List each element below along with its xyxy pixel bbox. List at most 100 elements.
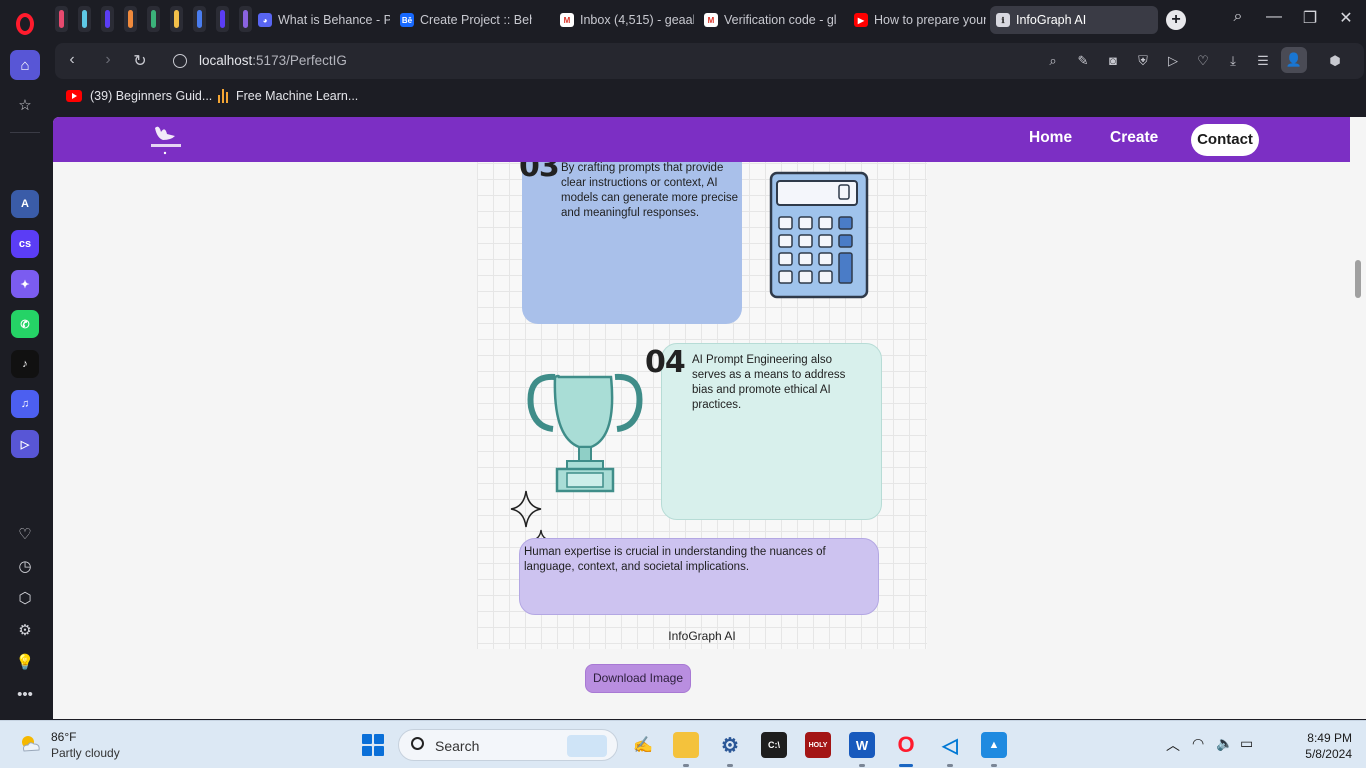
taskbar-clock[interactable]: 8:49 PM 5/8/2024	[1272, 730, 1352, 762]
clock-time: 8:49 PM	[1307, 731, 1352, 745]
card-number: 04	[645, 345, 686, 380]
messenger-icon[interactable]: ✦	[11, 270, 39, 298]
address-row: ‹ › ↻ localhost:5173/PerfectIG ⌕ ✎ ◙ ⛨ ▷…	[52, 40, 1366, 81]
page-viewport: 03 By crafting prompts that provide clea…	[53, 117, 1350, 719]
heart-icon[interactable]: ♡	[10, 519, 40, 549]
tab-search-icon[interactable]: ⌕	[1226, 8, 1250, 26]
word-icon[interactable]: W	[849, 732, 875, 758]
download-image-button[interactable]: Download Image	[585, 664, 691, 693]
play-icon[interactable]: ▷	[1165, 53, 1181, 69]
tab-behance-discord[interactable]: ◕ What is Behance - Po	[252, 6, 390, 34]
close-icon[interactable]: ✕	[1334, 8, 1358, 28]
tiktok-icon[interactable]: ♪	[11, 350, 39, 378]
cs-icon[interactable]: cs	[11, 230, 39, 258]
tab-how-to-prepare[interactable]: ▶ How to prepare your	[848, 6, 986, 34]
aria-icon[interactable]: A	[11, 190, 39, 218]
edit-icon[interactable]: ✎	[1075, 53, 1091, 69]
windows-start-icon[interactable]	[362, 734, 384, 756]
browser-tab-strip: ◕ What is Behance - Po Bē Create Project…	[0, 0, 1366, 40]
taskbar-search[interactable]: Search	[398, 729, 618, 761]
camera-icon[interactable]: ◙	[1105, 53, 1121, 69]
nav-home[interactable]: Home	[1029, 129, 1072, 147]
search-highlight-icon	[567, 735, 607, 757]
address-bar[interactable]: ‹ › ↻ localhost:5173/PerfectIG ⌕ ✎ ◙ ⛨ ▷…	[55, 43, 1364, 79]
shield-icon[interactable]: ⛨	[1135, 53, 1151, 69]
opera-logo-icon[interactable]	[9, 8, 41, 40]
opera-taskbar-icon[interactable]: O	[893, 732, 919, 758]
pinned-tab[interactable]	[101, 6, 114, 32]
bookmark-free-ml[interactable]: Free Machine Learn...	[218, 89, 358, 103]
search-placeholder: Search	[435, 738, 480, 754]
whatsapp-icon[interactable]: ✆	[11, 310, 39, 338]
minimize-icon[interactable]: —	[1262, 8, 1286, 26]
pinned-tab[interactable]	[124, 6, 137, 32]
back-icon[interactable]: ‹	[61, 51, 83, 69]
tab-label: Verification code - gl	[724, 13, 837, 27]
player-icon[interactable]: ▷	[11, 430, 39, 458]
pinned-tab[interactable]	[239, 6, 252, 32]
scrollbar-thumb[interactable]	[1355, 260, 1361, 298]
tab-label: Create Project :: Beha	[420, 13, 532, 27]
extensions-box-icon[interactable]: ⬢	[1327, 53, 1343, 69]
pinned-tab[interactable]	[55, 6, 68, 32]
pinned-tab[interactable]	[170, 6, 183, 32]
tab-infograph-ai[interactable]: ℹ InfoGraph AI	[990, 6, 1158, 34]
infographic-footer: InfoGraph AI	[668, 629, 736, 643]
pinned-tab[interactable]	[193, 6, 206, 32]
nav-create[interactable]: Create	[1110, 129, 1158, 147]
card-text: By crafting prompts that provide clear i…	[561, 162, 739, 219]
wifi-icon[interactable]: ◠	[1192, 735, 1204, 752]
discord-icon: ◕	[258, 13, 272, 27]
gmail-icon: M	[704, 13, 718, 27]
bookmark-beginners-guide[interactable]: (39) Beginners Guid...	[66, 89, 212, 103]
star-icon[interactable]: ☆	[10, 90, 40, 120]
nav-contact[interactable]: Contact	[1191, 124, 1259, 156]
settings-gear-icon[interactable]: ⚙	[717, 732, 743, 758]
search-icon	[411, 737, 424, 750]
infograph-logo-icon[interactable]	[149, 122, 183, 158]
search-page-icon[interactable]: ⌕	[1045, 53, 1061, 69]
page-scrollbar[interactable]	[1350, 117, 1366, 719]
settings-icon[interactable]: ⚙	[10, 615, 40, 645]
chevron-up-icon[interactable]: ︿	[1166, 735, 1180, 755]
easy-setup-icon[interactable]: ☰	[1255, 53, 1271, 69]
terminal-icon[interactable]: C:\	[761, 732, 787, 758]
url-text[interactable]: localhost:5173/PerfectIG	[199, 53, 347, 68]
pinned-tab[interactable]	[78, 6, 91, 32]
forward-icon[interactable]: ›	[97, 51, 119, 69]
copilot-icon[interactable]: ✍	[630, 732, 656, 758]
bookmark-label: (39) Beginners Guid...	[90, 89, 213, 103]
tab-inbox[interactable]: M Inbox (4,515) - geaak	[554, 6, 694, 34]
restore-icon[interactable]: ❐	[1298, 8, 1322, 28]
reload-icon[interactable]: ↻	[129, 51, 151, 71]
volume-icon[interactable]: 🔈	[1216, 735, 1233, 752]
photos-icon[interactable]: ▲	[981, 732, 1007, 758]
partly-cloudy-icon[interactable]	[18, 733, 42, 755]
lightbulb-icon[interactable]: 💡	[10, 647, 40, 677]
bible-icon[interactable]: HOLY	[805, 732, 831, 758]
site-navbar: Home Create Contact	[53, 117, 1350, 162]
cube-icon[interactable]: ⬡	[10, 583, 40, 613]
profile-icon[interactable]: 👤	[1281, 47, 1307, 73]
pinned-tab[interactable]	[147, 6, 160, 32]
battery-icon[interactable]: ▭	[1240, 735, 1253, 752]
pinned-tab[interactable]	[216, 6, 229, 32]
infographic: 03 By crafting prompts that provide clea…	[477, 147, 927, 649]
infograph-icon: ℹ	[996, 13, 1010, 27]
weather-desc[interactable]: Partly cloudy	[51, 746, 120, 760]
gmail-icon: M	[560, 13, 574, 27]
home-icon[interactable]: ⌂	[10, 50, 40, 80]
vscode-icon[interactable]: ◁	[937, 732, 963, 758]
download-icon[interactable]: ⤓	[1225, 53, 1241, 69]
weather-temp[interactable]: 86°F	[51, 730, 76, 744]
tab-create-project[interactable]: Bē Create Project :: Beha	[394, 6, 532, 34]
tab-verification[interactable]: M Verification code - gl	[698, 6, 840, 34]
file-explorer-icon[interactable]	[673, 732, 699, 758]
sparkle-icon	[510, 490, 542, 528]
history-icon[interactable]: ◷	[10, 551, 40, 581]
music-icon[interactable]: ♫	[11, 390, 39, 418]
chart-bars-icon	[218, 89, 228, 103]
heart-icon[interactable]: ♡	[1195, 53, 1211, 69]
more-icon[interactable]: •••	[10, 679, 40, 709]
new-tab-button[interactable]: +	[1166, 10, 1186, 30]
